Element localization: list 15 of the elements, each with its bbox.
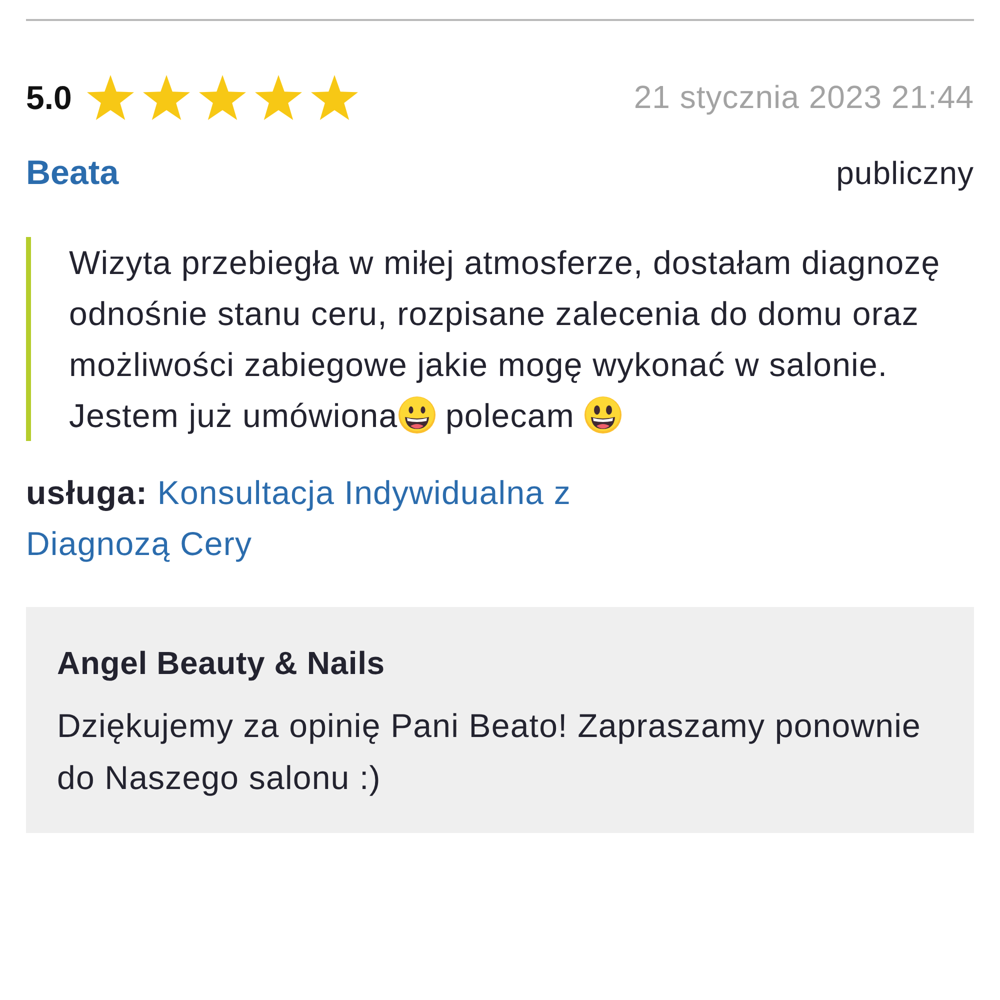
author-link[interactable]: Beata (26, 156, 119, 190)
review-date: 21 stycznia 2023 21:44 (634, 81, 974, 113)
grinning-face-icon (398, 396, 436, 434)
star-icon (86, 74, 134, 120)
star-icon (310, 74, 358, 120)
review-text: Wizyta przebiegła w miłej atmosferze, dostałam diagnozę odnośnie stanu ceru, rozpisane zalecenia do domu oraz możliwości zabiegowe jakie mogę wykonać w salonie. Jestem już umówiona polecam (69, 243, 942, 436)
rating-value: 5.0 (26, 80, 72, 114)
service-info[interactable]: usługa: Konsultacja Indywidualna z Diagnozą Cery (26, 467, 616, 569)
visibility-label: publiczny (836, 157, 974, 189)
star-icon (142, 74, 190, 120)
reply-text: Dziękujemy za opinię Pani Beato! Zapraszamy ponownie do Naszego salonu :) (57, 706, 922, 798)
star-icon (198, 74, 246, 120)
star-icon (254, 74, 302, 120)
reply-author: Angel Beauty & Nails (57, 644, 386, 683)
smiley-face-icon (584, 396, 622, 434)
